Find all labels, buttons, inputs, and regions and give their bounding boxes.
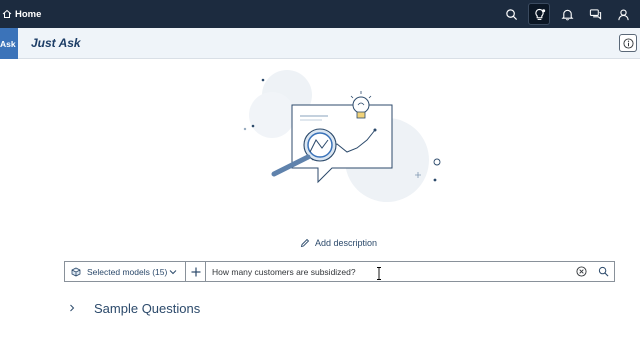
user-icon — [617, 8, 629, 20]
model-select-dropdown[interactable]: Selected models (15) — [65, 262, 186, 281]
chevron-down-icon — [169, 268, 177, 276]
feedback-button[interactable] — [584, 3, 606, 25]
text-cursor-icon — [377, 267, 381, 280]
empty-state-illustration — [243, 70, 441, 202]
home-label: Home — [15, 8, 42, 20]
search-icon — [598, 266, 608, 277]
ask-tab-label: Ask — [0, 38, 16, 49]
just-ask-button[interactable] — [528, 3, 550, 25]
home-icon — [2, 9, 12, 19]
clear-button[interactable] — [570, 262, 592, 281]
info-icon — [622, 37, 634, 49]
app-subheader: Ask Just Ask — [0, 28, 640, 59]
home-link[interactable]: Home — [0, 0, 41, 28]
add-model-button[interactable] — [186, 262, 206, 281]
chevron-right-icon — [68, 304, 76, 312]
question-input[interactable] — [206, 262, 570, 281]
ask-tab[interactable]: Ask — [0, 28, 18, 59]
notifications-button[interactable] — [556, 3, 578, 25]
shell-actions — [500, 0, 640, 28]
add-description-label: Add description — [315, 238, 378, 248]
query-bar: Selected models (15) — [64, 261, 615, 282]
page-title: Just Ask — [31, 36, 81, 50]
user-button[interactable] — [612, 3, 634, 25]
plus-icon — [191, 267, 200, 276]
search-icon — [505, 8, 517, 20]
add-description-button[interactable]: Add description — [300, 236, 377, 250]
pencil-icon — [300, 238, 310, 248]
shell-bar: Home — [0, 0, 640, 28]
info-button[interactable] — [619, 34, 637, 52]
chat-icon — [589, 8, 601, 20]
sample-questions-label: Sample Questions — [94, 300, 201, 316]
bell-icon — [561, 9, 573, 20]
clear-icon — [575, 266, 587, 277]
model-cube-icon — [71, 267, 81, 277]
submit-search-button[interactable] — [592, 262, 614, 281]
lightbulb-icon — [534, 8, 545, 20]
search-button[interactable] — [500, 3, 522, 25]
sample-questions-toggle[interactable]: Sample Questions — [68, 299, 200, 317]
model-select-label: Selected models (15) — [87, 266, 168, 277]
